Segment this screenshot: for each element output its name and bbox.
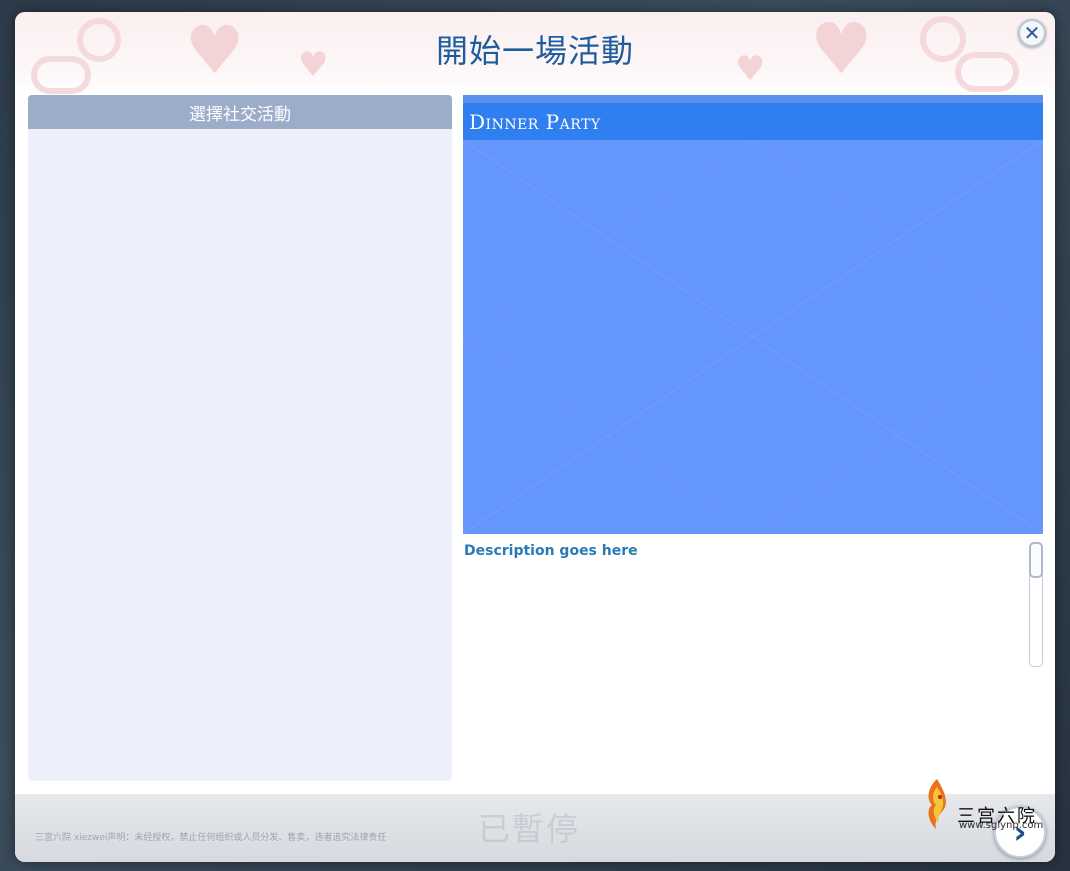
social-activity-list-panel: 選擇社交活動 bbox=[28, 95, 452, 781]
dialog-title: 開始一場活動 bbox=[435, 32, 634, 70]
start-activity-dialog: ♥ ♥ ♥ ♥ 開始一場活動 ✕ 選擇社交活動 Dinner Party Des… bbox=[15, 12, 1055, 862]
activity-name: Dinner Party bbox=[463, 103, 1043, 140]
phoenix-logo-icon bbox=[928, 779, 946, 829]
social-activity-list-header: 選擇社交活動 bbox=[28, 95, 452, 129]
close-button[interactable]: ✕ bbox=[1018, 19, 1046, 47]
copyright-disclaimer: 三宮六院 xiezwei声明：未经授权，禁止任何组织或人员分发、售卖，违者追究法… bbox=[35, 833, 387, 843]
paused-status-text: 已暫停 bbox=[478, 810, 581, 848]
description-scrollbar-thumb[interactable] bbox=[1029, 542, 1043, 578]
preview-placeholder-lines bbox=[463, 140, 1043, 534]
watermark-logo-url: www.sglynp.com bbox=[959, 820, 1044, 831]
activity-preview-card[interactable]: Dinner Party bbox=[463, 95, 1043, 534]
close-icon[interactable]: ✕ bbox=[1024, 23, 1041, 43]
card-top-strip bbox=[463, 95, 1043, 103]
activity-description: Description goes here bbox=[464, 543, 638, 559]
